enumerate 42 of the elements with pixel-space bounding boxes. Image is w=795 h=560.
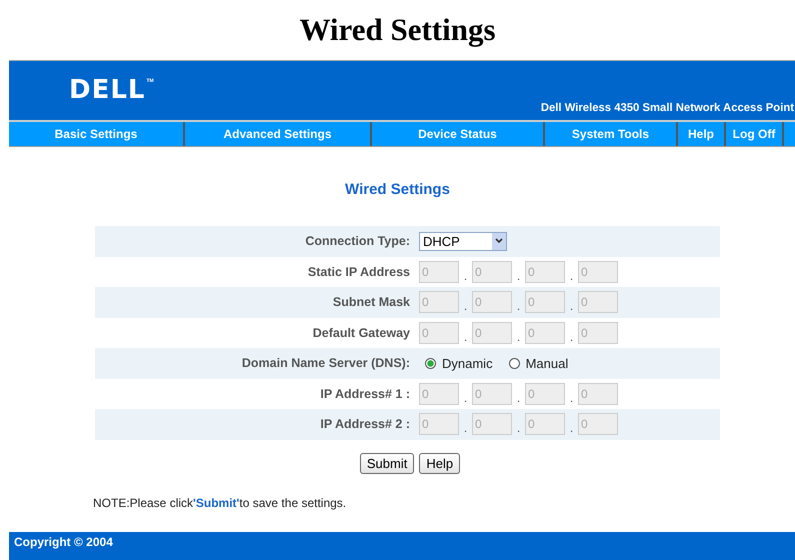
logo-text: DELL (69, 75, 146, 105)
page-title: Wired Settings (298, 11, 497, 49)
octet-separator: . (516, 299, 522, 314)
field-label: Connection Type: (304, 234, 411, 248)
note-text: NOTE:Please click'Submit'to save the settings. (93, 496, 348, 512)
radio-label[interactable]: Dynamic (442, 356, 493, 371)
field-label: Default Gateway (312, 326, 411, 340)
field-label: Subnet Mask (332, 295, 411, 310)
octet-separator: . (568, 421, 574, 436)
connection-type-select[interactable]: DHCP (419, 232, 507, 251)
nav-tab[interactable]: System Tools (545, 122, 678, 146)
octet-separator: . (516, 421, 522, 436)
octet-separator: . (516, 330, 522, 344)
field-label: Static IP Address (306, 264, 411, 279)
nav-tab[interactable]: Help (678, 122, 726, 146)
octet-separator: . (568, 390, 574, 405)
octet-separator: . (462, 390, 468, 405)
form-button[interactable]: Submit (360, 452, 414, 474)
nav-tab[interactable]: Advanced Settings (185, 122, 372, 146)
radio-button[interactable] (425, 358, 436, 369)
octet-separator: . (568, 299, 574, 314)
section-heading: Wired Settings (344, 181, 451, 200)
nav-tab[interactable]: Basic Settings (9, 122, 185, 146)
octet-separator: . (568, 268, 574, 283)
octet-separator: . (516, 268, 522, 283)
nav-tab[interactable]: Device Status (372, 122, 545, 146)
field-label: IP Address# 1 : (319, 386, 411, 401)
radio-label[interactable]: Manual (526, 356, 568, 371)
octet-separator: . (462, 299, 468, 314)
octet-separator: . (516, 390, 522, 405)
nav-tab[interactable]: Log Off (726, 122, 784, 146)
octet-separator: . (568, 330, 574, 344)
radio-button[interactable] (508, 358, 520, 369)
product-name: Dell Wireless 4350 Small Network Access Point (540, 102, 794, 114)
field-label: Domain Name Server (DNS): (240, 356, 411, 370)
octet-separator: . (462, 421, 468, 436)
caret-icon (492, 232, 506, 250)
copyright-text: Copyright © 2004 (14, 534, 113, 548)
form-button[interactable]: Help (419, 452, 460, 474)
octet-separator: . (462, 330, 468, 344)
field-label: IP Address# 2 : (319, 417, 411, 432)
octet-separator: . (462, 268, 468, 283)
